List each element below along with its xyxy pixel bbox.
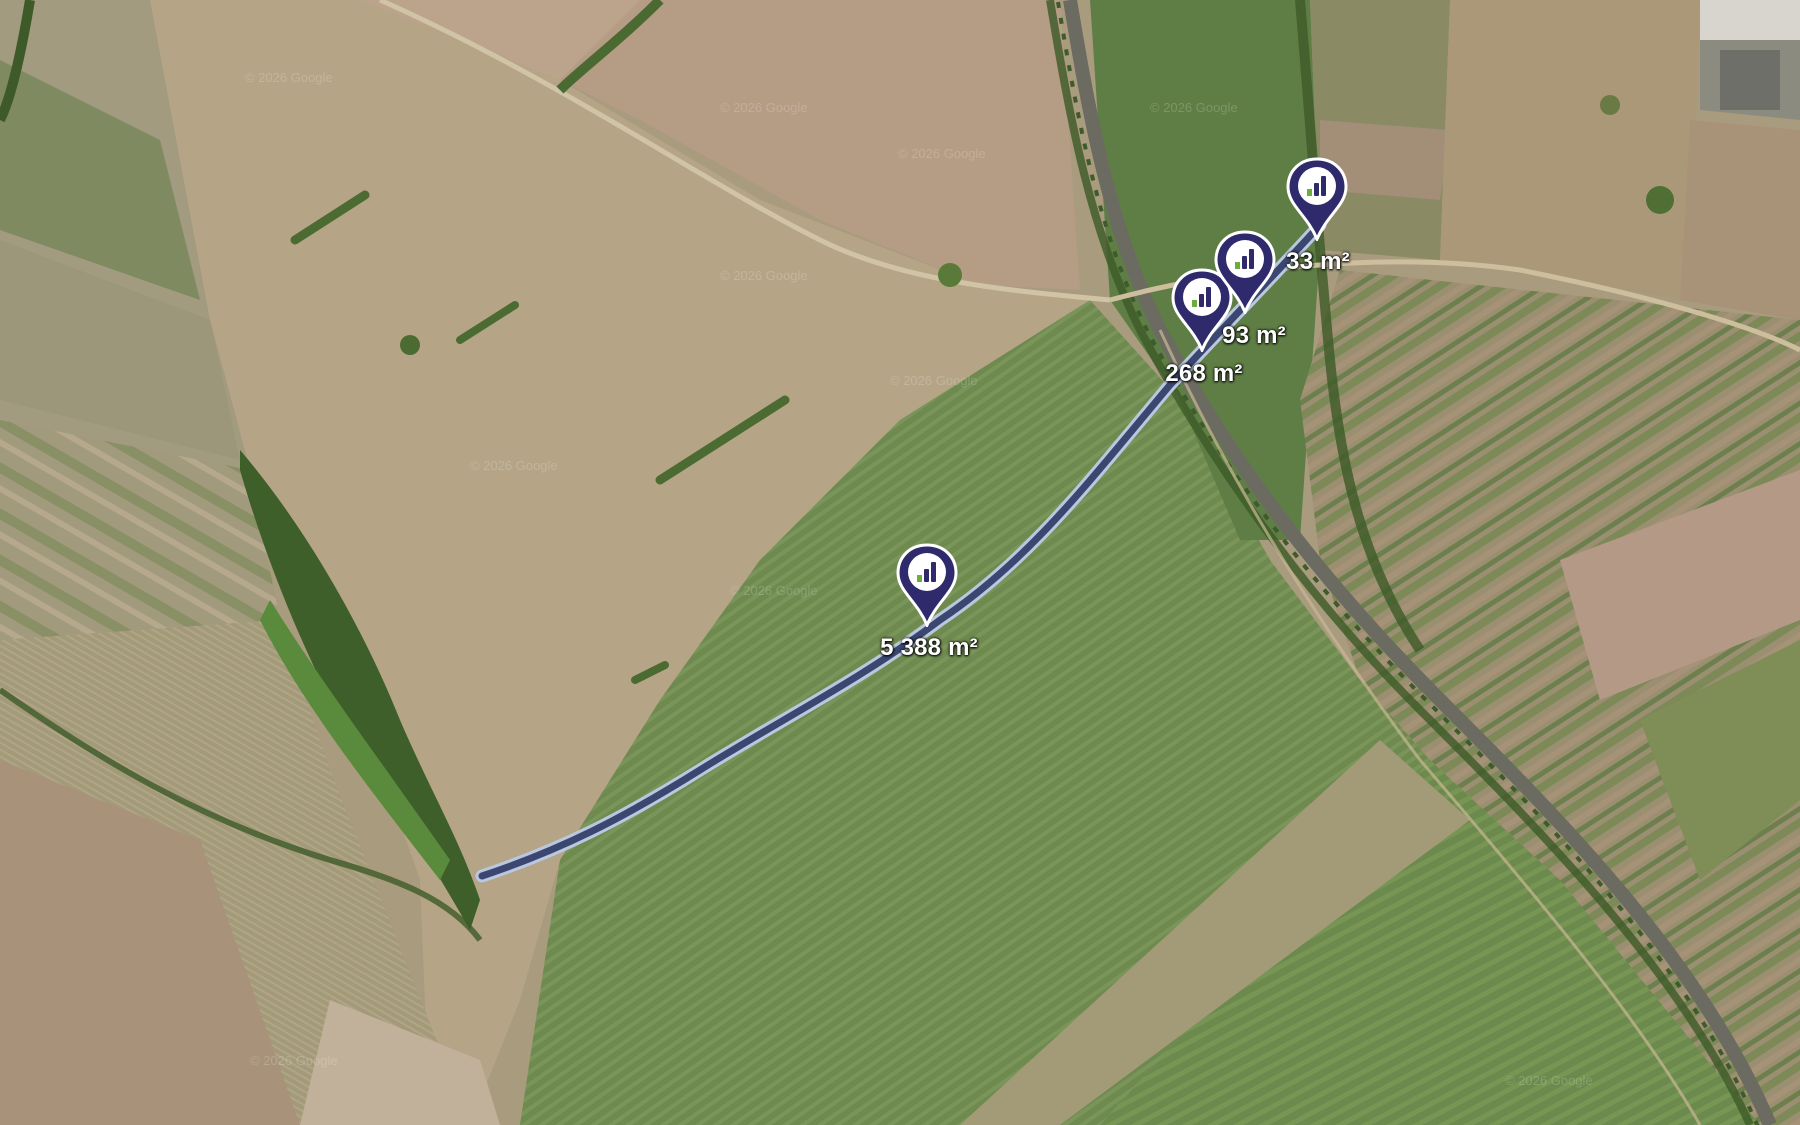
svg-text:© 2026 Google: © 2026 Google [720,268,808,283]
svg-text:© 2026 Google: © 2026 Google [470,458,558,473]
map-pin-icon [896,543,958,627]
parcel-marker[interactable] [895,543,959,633]
parcel-area-label: 5 388 m² [880,634,978,661]
map-pin-icon [1286,157,1348,241]
svg-text:© 2026 Google: © 2026 Google [1505,1073,1593,1088]
map-pin-icon [1214,230,1276,314]
parcel-marker[interactable] [1213,230,1277,320]
svg-text:© 2026 Google: © 2026 Google [245,70,333,85]
parcel-marker[interactable] [1285,157,1349,247]
svg-text:© 2026 Google: © 2026 Google [1150,100,1238,115]
svg-text:© 2026 Google: © 2026 Google [890,373,978,388]
parcel-area-label: 268 m² [1165,360,1243,387]
svg-text:© 2026 Google: © 2026 Google [730,583,818,598]
svg-text:© 2026 Google: © 2026 Google [898,146,986,161]
satellite-map[interactable]: © 2026 Google © 2026 Google © 2026 Googl… [0,0,1800,1125]
parcel-area-label: 93 m² [1222,322,1286,349]
svg-text:© 2026 Google: © 2026 Google [250,1053,338,1068]
svg-text:© 2026 Google: © 2026 Google [720,100,808,115]
parcel-area-label: 33 m² [1286,248,1350,275]
